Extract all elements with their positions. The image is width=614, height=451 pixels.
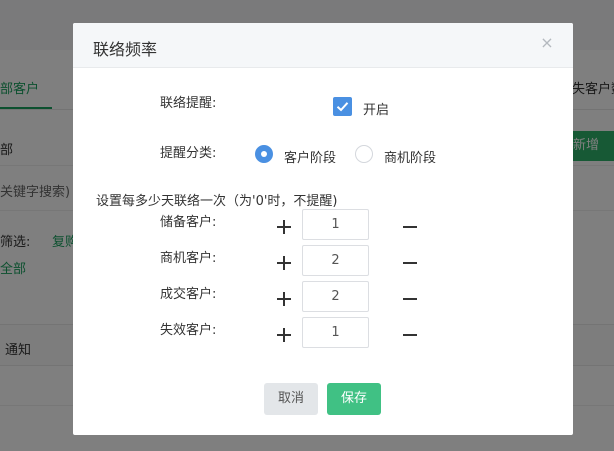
category-label: 提醒分类: [160,146,217,161]
minus-icon[interactable] [403,327,417,343]
cancel-button[interactable]: 取消 [264,383,318,415]
reminder-checkbox[interactable] [333,97,352,116]
radio-customer-stage-label[interactable]: 客户阶段 [284,147,336,166]
reminder-option-label[interactable]: 开启 [363,99,389,118]
checkmark-icon [336,102,349,112]
plus-icon[interactable] [276,327,292,343]
contact-frequency-dialog: 联络频率 × 联络提醒: 开启 提醒分类: 客户阶段 商机阶段 设置每多少天联络… [73,23,573,435]
deal-customer-input[interactable] [302,281,369,312]
frequency-hint: 设置每多少天联络一次（为'0'时，不提醒) [96,194,338,209]
deal-customer-label: 成交客户: [160,287,217,302]
reserve-customer-input[interactable] [302,209,369,240]
close-icon[interactable]: × [539,35,555,51]
save-button[interactable]: 保存 [327,383,381,415]
radio-customer-stage[interactable] [255,145,273,163]
opportunity-customer-input[interactable] [302,245,369,276]
plus-icon[interactable] [276,219,292,235]
plus-icon[interactable] [276,291,292,307]
plus-icon[interactable] [276,255,292,271]
minus-icon[interactable] [403,255,417,271]
reserve-customer-label: 储备客户: [160,215,217,230]
minus-icon[interactable] [403,219,417,235]
radio-opportunity-stage[interactable] [355,145,373,163]
dialog-header: 联络频率 × [73,23,573,68]
radio-opportunity-stage-label[interactable]: 商机阶段 [384,147,436,166]
opportunity-customer-label: 商机客户: [160,251,217,266]
invalid-customer-label: 失效客户: [160,323,217,338]
dialog-title: 联络频率 [93,40,158,59]
minus-icon[interactable] [403,291,417,307]
reminder-label: 联络提醒: [160,96,217,111]
invalid-customer-input[interactable] [302,317,369,348]
